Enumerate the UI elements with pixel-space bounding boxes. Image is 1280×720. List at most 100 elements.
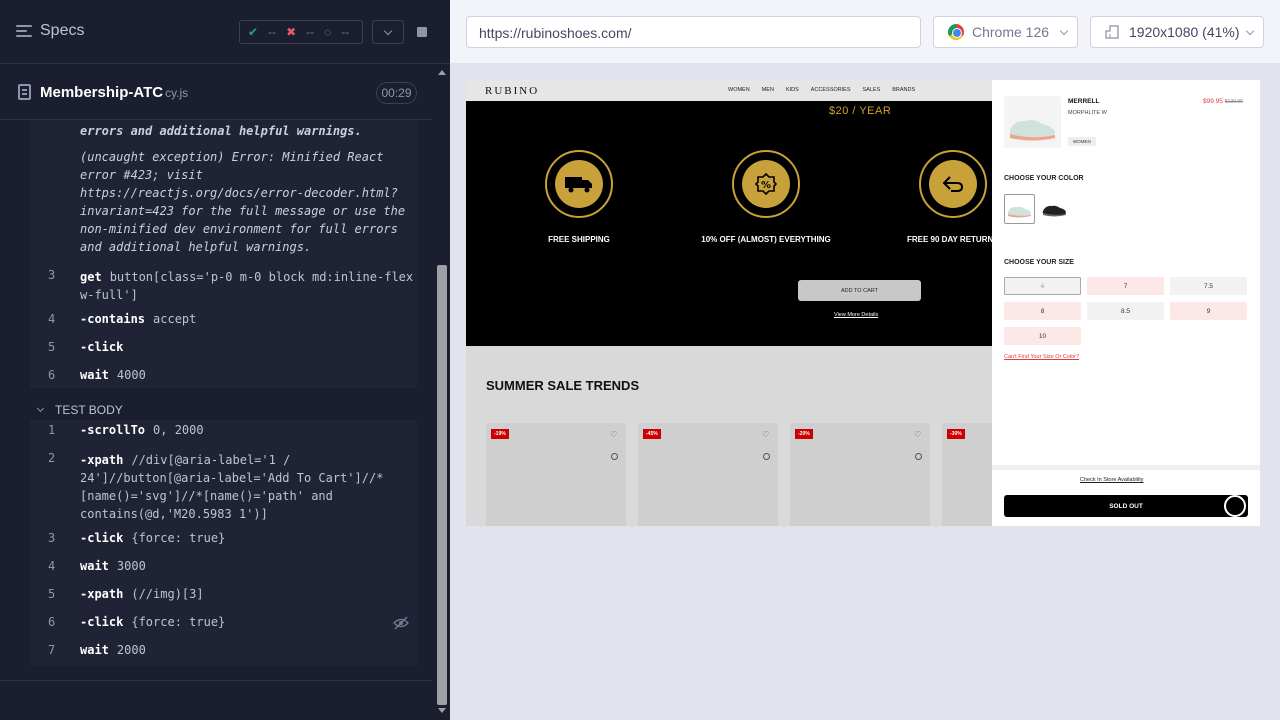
heart-icon[interactable]: ♡ <box>610 431 618 439</box>
size-option[interactable]: 7 <box>1087 277 1164 295</box>
discount-badge: % 10% OFF (ALMOST) EVERYTHING <box>701 148 831 244</box>
command-number: 1 <box>48 423 56 437</box>
reporter-header: Specs ✔ -- ✖ -- ◌ -- <box>0 0 450 64</box>
product-brand: MERRELL <box>1068 98 1100 105</box>
command-message: (//img)[3] <box>131 587 204 601</box>
command-number: 5 <box>48 587 56 601</box>
shoe-image <box>1009 120 1055 141</box>
chat-icon[interactable] <box>1224 495 1246 517</box>
size-option[interactable]: 7.5 <box>1170 277 1247 295</box>
run-timer: 00:29 <box>376 82 417 104</box>
passed-icon: ✔ <box>248 25 259 39</box>
command-row[interactable]: 5 -click <box>30 335 417 363</box>
viewport-info[interactable]: 1920x1080 (41%) <box>1090 16 1264 48</box>
site-viewport: RUBINO WOMEN MEN KIDS ACCESSORIES SALES … <box>466 80 1260 526</box>
command-row[interactable]: 4 wait 3000 <box>30 554 417 582</box>
browser-selector[interactable]: Chrome 126 <box>933 16 1078 48</box>
perk-label: 10% OFF (ALMOST) EVERYTHING <box>701 235 831 244</box>
command-message: //div[@aria-label='1 / 24']//button[@ari… <box>80 453 384 521</box>
site-nav: RUBINO WOMEN MEN KIDS ACCESSORIES SALES … <box>466 80 992 101</box>
perk-label: FREE SHIPPING <box>548 235 610 244</box>
command-message: {force: true} <box>131 531 226 545</box>
nav-men[interactable]: MEN <box>762 87 774 93</box>
command-number: 3 <box>48 531 56 545</box>
store-availability-link[interactable]: Check In Store Availability <box>1080 477 1144 483</box>
size-option[interactable]: 8.5 <box>1087 302 1164 320</box>
command-row[interactable]: 5 -xpath (//img)[3] <box>30 582 417 610</box>
size-option[interactable]: 8 <box>1004 302 1081 320</box>
size-option[interactable]: 6 <box>1004 277 1081 295</box>
command-row[interactable]: 2 -xpath//div[@aria-label='1 / 24']//but… <box>30 446 417 521</box>
free-shipping-badge: FREE SHIPPING <box>543 148 615 244</box>
size-option[interactable]: 10 <box>1004 327 1081 345</box>
product-card[interactable]: -45% ♡ <box>638 423 778 526</box>
choose-color-heading: CHOOSE YOUR COLOR <box>1004 175 1084 182</box>
eye-slash-icon[interactable] <box>393 616 409 630</box>
failed-icon: ✖ <box>286 25 297 39</box>
product-model: MORPHLITE W <box>1068 110 1107 116</box>
sale-section: SUMMER SALE TRENDS -19% ♡ -45% ♡ -20% ♡ <box>466 346 1082 526</box>
stop-icon <box>417 27 427 37</box>
stop-button[interactable] <box>406 20 438 44</box>
expand-collapse-button[interactable] <box>372 20 404 44</box>
command-row[interactable]: 6 wait 4000 <box>30 363 417 391</box>
command-row[interactable]: 3 get button[class='p-0 m-0 block md:inli… <box>30 263 417 309</box>
command-row[interactable]: 7 wait 2000 <box>30 638 417 666</box>
command-message: 2000 <box>116 643 146 657</box>
quick-view-icon[interactable] <box>611 453 618 460</box>
size-option[interactable]: 9 <box>1170 302 1247 320</box>
product-card[interactable]: -19% ♡ <box>486 423 626 526</box>
nav-women[interactable]: WOMEN <box>728 87 750 93</box>
command-row[interactable]: 6 -click {force: true} <box>30 610 417 638</box>
command-number: 7 <box>48 643 56 657</box>
specs-toggle[interactable]: Specs <box>16 22 84 40</box>
return-arrow-icon <box>942 176 964 192</box>
scroll-down-icon[interactable] <box>437 707 447 715</box>
cant-find-size-link[interactable]: Can't Find Your Size Or Color? <box>1004 354 1079 360</box>
file-icon <box>18 84 31 100</box>
spec-title: Membership-ATC cy.js <box>40 84 189 101</box>
product-thumbnail[interactable] <box>1004 96 1061 148</box>
site-nav-links: WOMEN MEN KIDS ACCESSORIES SALES BRANDS <box>728 87 915 93</box>
color-swatch-selected[interactable] <box>1004 194 1035 224</box>
command-name: -click {force: true} <box>80 531 226 545</box>
error-message[interactable]: (uncaught exception) Error: Minified Rea… <box>80 148 410 256</box>
url-bar[interactable]: https://rubinoshoes.com/ <box>466 16 921 48</box>
command-name: -contains accept <box>80 312 197 326</box>
color-swatch[interactable] <box>1040 194 1071 224</box>
nav-accessories[interactable]: ACCESSORIES <box>811 87 851 93</box>
heart-icon[interactable]: ♡ <box>762 431 770 439</box>
shoe-image <box>1007 206 1031 218</box>
command-log: errors and additional helpful warnings. … <box>0 120 432 680</box>
sold-out-button[interactable]: SOLD OUT <box>1004 495 1248 517</box>
chevron-down-icon <box>1245 26 1255 36</box>
product-card[interactable]: -20% ♡ <box>790 423 930 526</box>
sale-title: SUMMER SALE TRENDS <box>486 378 640 393</box>
site-logo[interactable]: RUBINO <box>485 85 539 97</box>
discount-tag: -45% <box>643 429 661 439</box>
reporter-footer <box>0 680 432 720</box>
command-row[interactable]: 3 -click {force: true} <box>30 526 417 554</box>
quick-view-icon[interactable] <box>763 453 770 460</box>
scroll-up-icon[interactable] <box>437 68 447 76</box>
ruler-icon <box>1105 25 1119 39</box>
command-log-panel: Specs ✔ -- ✖ -- ◌ -- Membership-ATC cy.js… <box>0 0 450 720</box>
product-drawer: MERRELL MORPHLITE W WOMEN $99.95 $139.99 … <box>992 80 1260 526</box>
scrollbar-thumb[interactable] <box>437 265 447 705</box>
command-row[interactable]: 1 -scrollTo 0, 2000 <box>30 418 417 446</box>
command-row[interactable]: 4 -contains accept <box>30 307 417 335</box>
membership-hero: $20 / YEAR FREE SHIPPING % 10% OFF (ALMO… <box>466 101 999 346</box>
command-message: {force: true} <box>131 615 226 629</box>
nav-sales[interactable]: SALES <box>863 87 881 93</box>
command-name: -xpath (//img)[3] <box>80 587 204 601</box>
truck-icon <box>565 177 592 193</box>
nav-brands[interactable]: BRANDS <box>892 87 915 93</box>
command-name: wait 3000 <box>80 559 146 573</box>
error-tail: errors and additional helpful warnings. <box>80 124 362 138</box>
add-to-cart-button[interactable]: ADD TO CART <box>798 280 921 301</box>
view-more-link[interactable]: View More Details <box>834 312 878 318</box>
chevron-down-icon <box>383 26 393 35</box>
heart-icon[interactable]: ♡ <box>914 431 922 439</box>
nav-kids[interactable]: KIDS <box>786 87 799 93</box>
quick-view-icon[interactable] <box>915 453 922 460</box>
